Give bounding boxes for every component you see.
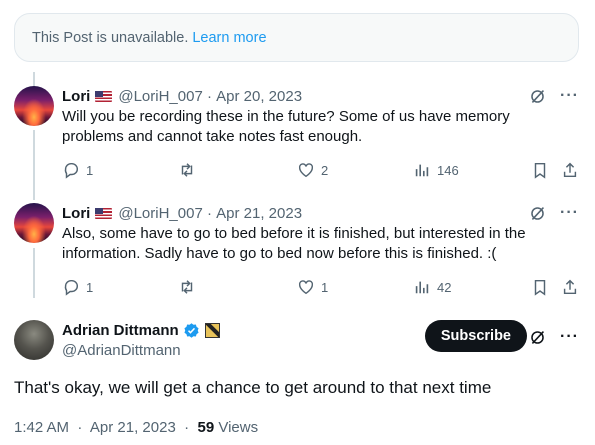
post-date[interactable]: Apr 20, 2023 xyxy=(216,88,302,105)
unavailable-post-notice: This Post is unavailable. Learn more xyxy=(14,13,579,62)
grok-icon[interactable] xyxy=(529,205,546,222)
share-button[interactable] xyxy=(561,161,579,179)
views-count: 146 xyxy=(437,162,459,178)
reply-icon xyxy=(64,162,78,179)
views-count: 59 xyxy=(197,419,215,436)
post-text-line: problems and cannot take notes fast enou… xyxy=(62,128,363,145)
author-name[interactable]: Adrian Dittmann xyxy=(62,322,179,339)
reply-tweet[interactable]: Lori @LoriH_007 · Apr 21, 2023 ··· Also,… xyxy=(62,203,579,264)
flag-us-icon xyxy=(95,207,113,219)
post-text: Also, some have to go to bed before it i… xyxy=(62,224,579,264)
like-icon xyxy=(298,163,314,178)
avatar[interactable] xyxy=(14,86,54,126)
action-bar: 1 2 146 xyxy=(0,161,595,181)
bookmark-button[interactable] xyxy=(531,278,549,296)
main-post-header: Adrian Dittmann @AdrianDittmann Subscrib… xyxy=(14,320,579,362)
views-icon xyxy=(415,281,429,294)
avatar[interactable] xyxy=(14,203,54,243)
views-count: 42 xyxy=(437,279,452,295)
thread-line xyxy=(33,72,35,86)
more-icon[interactable]: ··· xyxy=(560,329,579,345)
reply-button[interactable]: 1 xyxy=(62,278,93,296)
main-post-actions: ··· xyxy=(529,327,579,347)
author-name[interactable]: Lori xyxy=(62,205,90,222)
grok-icon[interactable] xyxy=(529,329,546,346)
bookmark-button[interactable] xyxy=(531,161,549,179)
like-icon xyxy=(298,280,314,295)
like-button[interactable]: 1 xyxy=(297,278,328,296)
flag-us-icon xyxy=(95,90,113,102)
separator-dot: · xyxy=(202,204,217,222)
subscribe-button[interactable]: Subscribe xyxy=(424,320,527,352)
reply-tweet[interactable]: Lori @LoriH_007 · Apr 20, 2023 ··· Will … xyxy=(62,86,579,147)
repost-icon xyxy=(181,280,193,294)
reply-icon xyxy=(64,279,78,296)
repost-button[interactable] xyxy=(178,278,202,296)
separator-dot: · xyxy=(73,419,87,436)
affiliate-badge-icon[interactable] xyxy=(204,322,220,338)
repost-button[interactable] xyxy=(178,161,202,179)
reply-button[interactable]: 1 xyxy=(62,161,93,179)
post-date[interactable]: Apr 21, 2023 xyxy=(90,419,176,436)
share-button[interactable] xyxy=(561,278,579,296)
share-icon xyxy=(563,162,577,178)
more-icon[interactable]: ··· xyxy=(560,88,579,104)
post-date[interactable]: Apr 21, 2023 xyxy=(216,205,302,222)
post-text: Will you be recording these in the futur… xyxy=(62,107,579,147)
like-count: 2 xyxy=(321,162,329,178)
like-button[interactable]: 2 xyxy=(297,161,328,179)
author-handle[interactable]: @LoriH_007 xyxy=(118,205,202,222)
repost-icon xyxy=(181,163,193,177)
views-button[interactable]: 146 xyxy=(413,161,459,179)
post-text-line: information. Sadly have to go to bed now… xyxy=(62,245,497,262)
verified-icon xyxy=(184,322,199,338)
reply-count: 1 xyxy=(86,279,94,295)
post-timestamp: 1:42 AM · Apr 21, 2023 · 59 Views xyxy=(14,419,258,436)
separator-dot: · xyxy=(202,87,217,105)
author-handle[interactable]: @LoriH_007 xyxy=(118,88,202,105)
bookmark-icon xyxy=(534,279,546,296)
author-handle[interactable]: @AdrianDittmann xyxy=(62,342,181,359)
unavailable-message: This Post is unavailable. xyxy=(32,29,189,46)
like-count: 1 xyxy=(321,279,329,295)
action-bar: 1 1 42 xyxy=(0,278,595,298)
views-button[interactable]: 42 xyxy=(413,278,451,296)
main-post-text: That's okay, we will get a chance to get… xyxy=(14,378,492,397)
views-label: Views xyxy=(218,419,259,436)
separator-dot: · xyxy=(179,419,194,436)
bookmark-icon xyxy=(534,162,546,179)
learn-more-link[interactable]: Learn more xyxy=(192,30,266,46)
more-icon[interactable]: ··· xyxy=(560,205,579,221)
views-icon xyxy=(415,164,429,177)
reply-count: 1 xyxy=(86,162,94,178)
grok-icon[interactable] xyxy=(529,88,546,105)
post-text-line: Also, some have to go to bed before it i… xyxy=(62,225,526,242)
author-name[interactable]: Lori xyxy=(62,88,90,105)
post-text-line: Will you be recording these in the futur… xyxy=(62,108,510,125)
share-icon xyxy=(563,279,577,295)
post-time[interactable]: 1:42 AM xyxy=(14,419,69,436)
